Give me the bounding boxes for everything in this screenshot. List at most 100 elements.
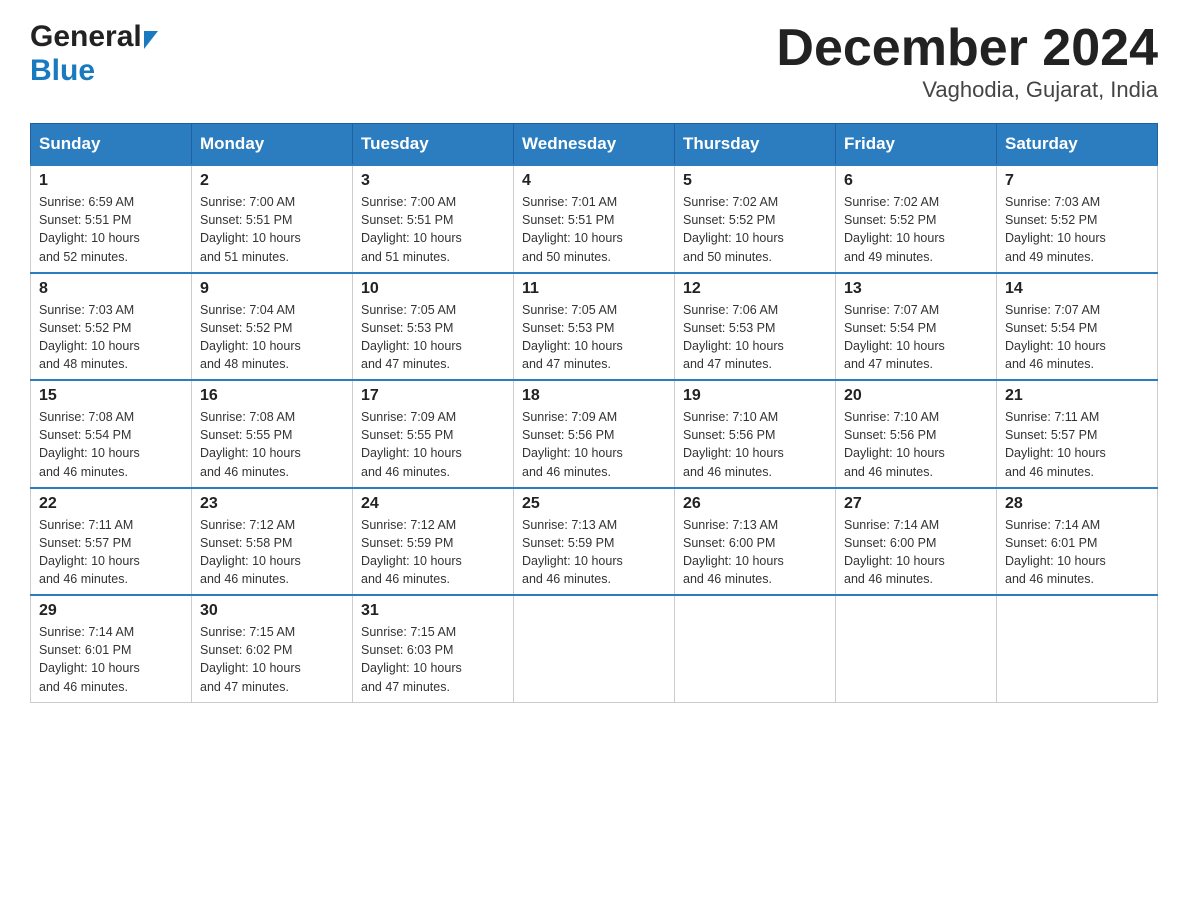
calendar-day-cell: [514, 595, 675, 702]
day-number: 7: [1005, 172, 1149, 190]
day-info: Sunrise: 7:07 AMSunset: 5:54 PMDaylight:…: [1005, 301, 1149, 374]
day-number: 15: [39, 387, 183, 405]
weekday-header: Sunday: [31, 124, 192, 166]
weekday-header: Tuesday: [353, 124, 514, 166]
calendar-day-cell: 10 Sunrise: 7:05 AMSunset: 5:53 PMDayligh…: [353, 273, 514, 381]
day-info: Sunrise: 7:02 AMSunset: 5:52 PMDaylight:…: [683, 193, 827, 266]
calendar-day-cell: [675, 595, 836, 702]
day-number: 4: [522, 172, 666, 190]
weekday-header: Saturday: [997, 124, 1158, 166]
calendar-day-cell: 21 Sunrise: 7:11 AMSunset: 5:57 PMDayligh…: [997, 380, 1158, 488]
day-info: Sunrise: 7:03 AMSunset: 5:52 PMDaylight:…: [39, 301, 183, 374]
calendar-day-cell: 24 Sunrise: 7:12 AMSunset: 5:59 PMDayligh…: [353, 488, 514, 596]
day-info: Sunrise: 7:11 AMSunset: 5:57 PMDaylight:…: [39, 516, 183, 589]
day-number: 14: [1005, 280, 1149, 298]
day-number: 21: [1005, 387, 1149, 405]
calendar-day-cell: 13 Sunrise: 7:07 AMSunset: 5:54 PMDayligh…: [836, 273, 997, 381]
calendar-day-cell: 4Sunrise: 7:01 AMSunset: 5:51 PMDaylight…: [514, 165, 675, 273]
calendar-day-cell: 6 Sunrise: 7:02 AMSunset: 5:52 PMDaylight…: [836, 165, 997, 273]
day-number: 26: [683, 495, 827, 513]
day-number: 1: [39, 172, 183, 190]
day-info: Sunrise: 7:04 AMSunset: 5:52 PMDaylight:…: [200, 301, 344, 374]
day-info: Sunrise: 7:05 AMSunset: 5:53 PMDaylight:…: [522, 301, 666, 374]
calendar-week-row: 22 Sunrise: 7:11 AMSunset: 5:57 PMDayligh…: [31, 488, 1158, 596]
calendar-day-cell: [836, 595, 997, 702]
day-info: Sunrise: 7:13 AMSunset: 5:59 PMDaylight:…: [522, 516, 666, 589]
day-info: Sunrise: 7:05 AMSunset: 5:53 PMDaylight:…: [361, 301, 505, 374]
day-info: Sunrise: 7:02 AMSunset: 5:52 PMDaylight:…: [844, 193, 988, 266]
calendar-day-cell: 31 Sunrise: 7:15 AMSunset: 6:03 PMDayligh…: [353, 595, 514, 702]
logo-blue-text: Blue: [30, 54, 95, 88]
day-info: Sunrise: 7:10 AMSunset: 5:56 PMDaylight:…: [844, 408, 988, 481]
day-number: 25: [522, 495, 666, 513]
day-number: 12: [683, 280, 827, 298]
logo: General Blue: [30, 20, 158, 88]
calendar-day-cell: 11 Sunrise: 7:05 AMSunset: 5:53 PMDayligh…: [514, 273, 675, 381]
calendar-table: SundayMondayTuesdayWednesdayThursdayFrid…: [30, 123, 1158, 703]
day-info: Sunrise: 7:09 AMSunset: 5:56 PMDaylight:…: [522, 408, 666, 481]
day-info: Sunrise: 7:08 AMSunset: 5:55 PMDaylight:…: [200, 408, 344, 481]
day-number: 24: [361, 495, 505, 513]
day-info: Sunrise: 7:07 AMSunset: 5:54 PMDaylight:…: [844, 301, 988, 374]
day-info: Sunrise: 7:06 AMSunset: 5:53 PMDaylight:…: [683, 301, 827, 374]
day-info: Sunrise: 7:12 AMSunset: 5:58 PMDaylight:…: [200, 516, 344, 589]
day-info: Sunrise: 6:59 AMSunset: 5:51 PMDaylight:…: [39, 193, 183, 266]
calendar-day-cell: 5 Sunrise: 7:02 AMSunset: 5:52 PMDaylight…: [675, 165, 836, 273]
calendar-day-cell: 16 Sunrise: 7:08 AMSunset: 5:55 PMDayligh…: [192, 380, 353, 488]
day-info: Sunrise: 7:09 AMSunset: 5:55 PMDaylight:…: [361, 408, 505, 481]
day-number: 30: [200, 602, 344, 620]
day-info: Sunrise: 7:12 AMSunset: 5:59 PMDaylight:…: [361, 516, 505, 589]
calendar-day-cell: 9 Sunrise: 7:04 AMSunset: 5:52 PMDaylight…: [192, 273, 353, 381]
day-number: 10: [361, 280, 505, 298]
logo-arrow-icon: [144, 31, 158, 49]
day-number: 6: [844, 172, 988, 190]
calendar-day-cell: 20Sunrise: 7:10 AMSunset: 5:56 PMDayligh…: [836, 380, 997, 488]
calendar-day-cell: 23 Sunrise: 7:12 AMSunset: 5:58 PMDayligh…: [192, 488, 353, 596]
calendar-header-row: SundayMondayTuesdayWednesdayThursdayFrid…: [31, 124, 1158, 166]
day-number: 27: [844, 495, 988, 513]
day-info: Sunrise: 7:00 AMSunset: 5:51 PMDaylight:…: [361, 193, 505, 266]
day-number: 18: [522, 387, 666, 405]
calendar-subtitle: Vaghodia, Gujarat, India: [776, 77, 1158, 103]
day-number: 8: [39, 280, 183, 298]
day-number: 29: [39, 602, 183, 620]
calendar-day-cell: 3 Sunrise: 7:00 AMSunset: 5:51 PMDaylight…: [353, 165, 514, 273]
page-header: General Blue December 2024 Vaghodia, Guj…: [30, 20, 1158, 103]
day-info: Sunrise: 7:11 AMSunset: 5:57 PMDaylight:…: [1005, 408, 1149, 481]
calendar-week-row: 15Sunrise: 7:08 AMSunset: 5:54 PMDayligh…: [31, 380, 1158, 488]
calendar-day-cell: 18 Sunrise: 7:09 AMSunset: 5:56 PMDayligh…: [514, 380, 675, 488]
day-number: 11: [522, 280, 666, 298]
day-info: Sunrise: 7:14 AMSunset: 6:01 PMDaylight:…: [1005, 516, 1149, 589]
day-number: 16: [200, 387, 344, 405]
day-number: 19: [683, 387, 827, 405]
calendar-day-cell: 30 Sunrise: 7:15 AMSunset: 6:02 PMDayligh…: [192, 595, 353, 702]
day-number: 3: [361, 172, 505, 190]
day-info: Sunrise: 7:15 AMSunset: 6:02 PMDaylight:…: [200, 623, 344, 696]
calendar-day-cell: 27 Sunrise: 7:14 AMSunset: 6:00 PMDayligh…: [836, 488, 997, 596]
logo-general-text: General: [30, 20, 142, 54]
calendar-day-cell: 25 Sunrise: 7:13 AMSunset: 5:59 PMDayligh…: [514, 488, 675, 596]
calendar-day-cell: 1 Sunrise: 6:59 AMSunset: 5:51 PMDaylight…: [31, 165, 192, 273]
calendar-week-row: 29Sunrise: 7:14 AMSunset: 6:01 PMDayligh…: [31, 595, 1158, 702]
calendar-day-cell: 26Sunrise: 7:13 AMSunset: 6:00 PMDayligh…: [675, 488, 836, 596]
calendar-day-cell: [997, 595, 1158, 702]
day-number: 9: [200, 280, 344, 298]
day-number: 2: [200, 172, 344, 190]
day-number: 13: [844, 280, 988, 298]
day-info: Sunrise: 7:14 AMSunset: 6:00 PMDaylight:…: [844, 516, 988, 589]
day-number: 23: [200, 495, 344, 513]
calendar-day-cell: 22 Sunrise: 7:11 AMSunset: 5:57 PMDayligh…: [31, 488, 192, 596]
calendar-week-row: 8 Sunrise: 7:03 AMSunset: 5:52 PMDaylight…: [31, 273, 1158, 381]
day-number: 22: [39, 495, 183, 513]
day-number: 31: [361, 602, 505, 620]
day-number: 17: [361, 387, 505, 405]
weekday-header: Friday: [836, 124, 997, 166]
calendar-day-cell: 7Sunrise: 7:03 AMSunset: 5:52 PMDaylight…: [997, 165, 1158, 273]
calendar-day-cell: 19Sunrise: 7:10 AMSunset: 5:56 PMDayligh…: [675, 380, 836, 488]
weekday-header: Thursday: [675, 124, 836, 166]
day-number: 5: [683, 172, 827, 190]
calendar-day-cell: 28Sunrise: 7:14 AMSunset: 6:01 PMDayligh…: [997, 488, 1158, 596]
day-info: Sunrise: 7:15 AMSunset: 6:03 PMDaylight:…: [361, 623, 505, 696]
weekday-header: Wednesday: [514, 124, 675, 166]
calendar-day-cell: 8 Sunrise: 7:03 AMSunset: 5:52 PMDaylight…: [31, 273, 192, 381]
